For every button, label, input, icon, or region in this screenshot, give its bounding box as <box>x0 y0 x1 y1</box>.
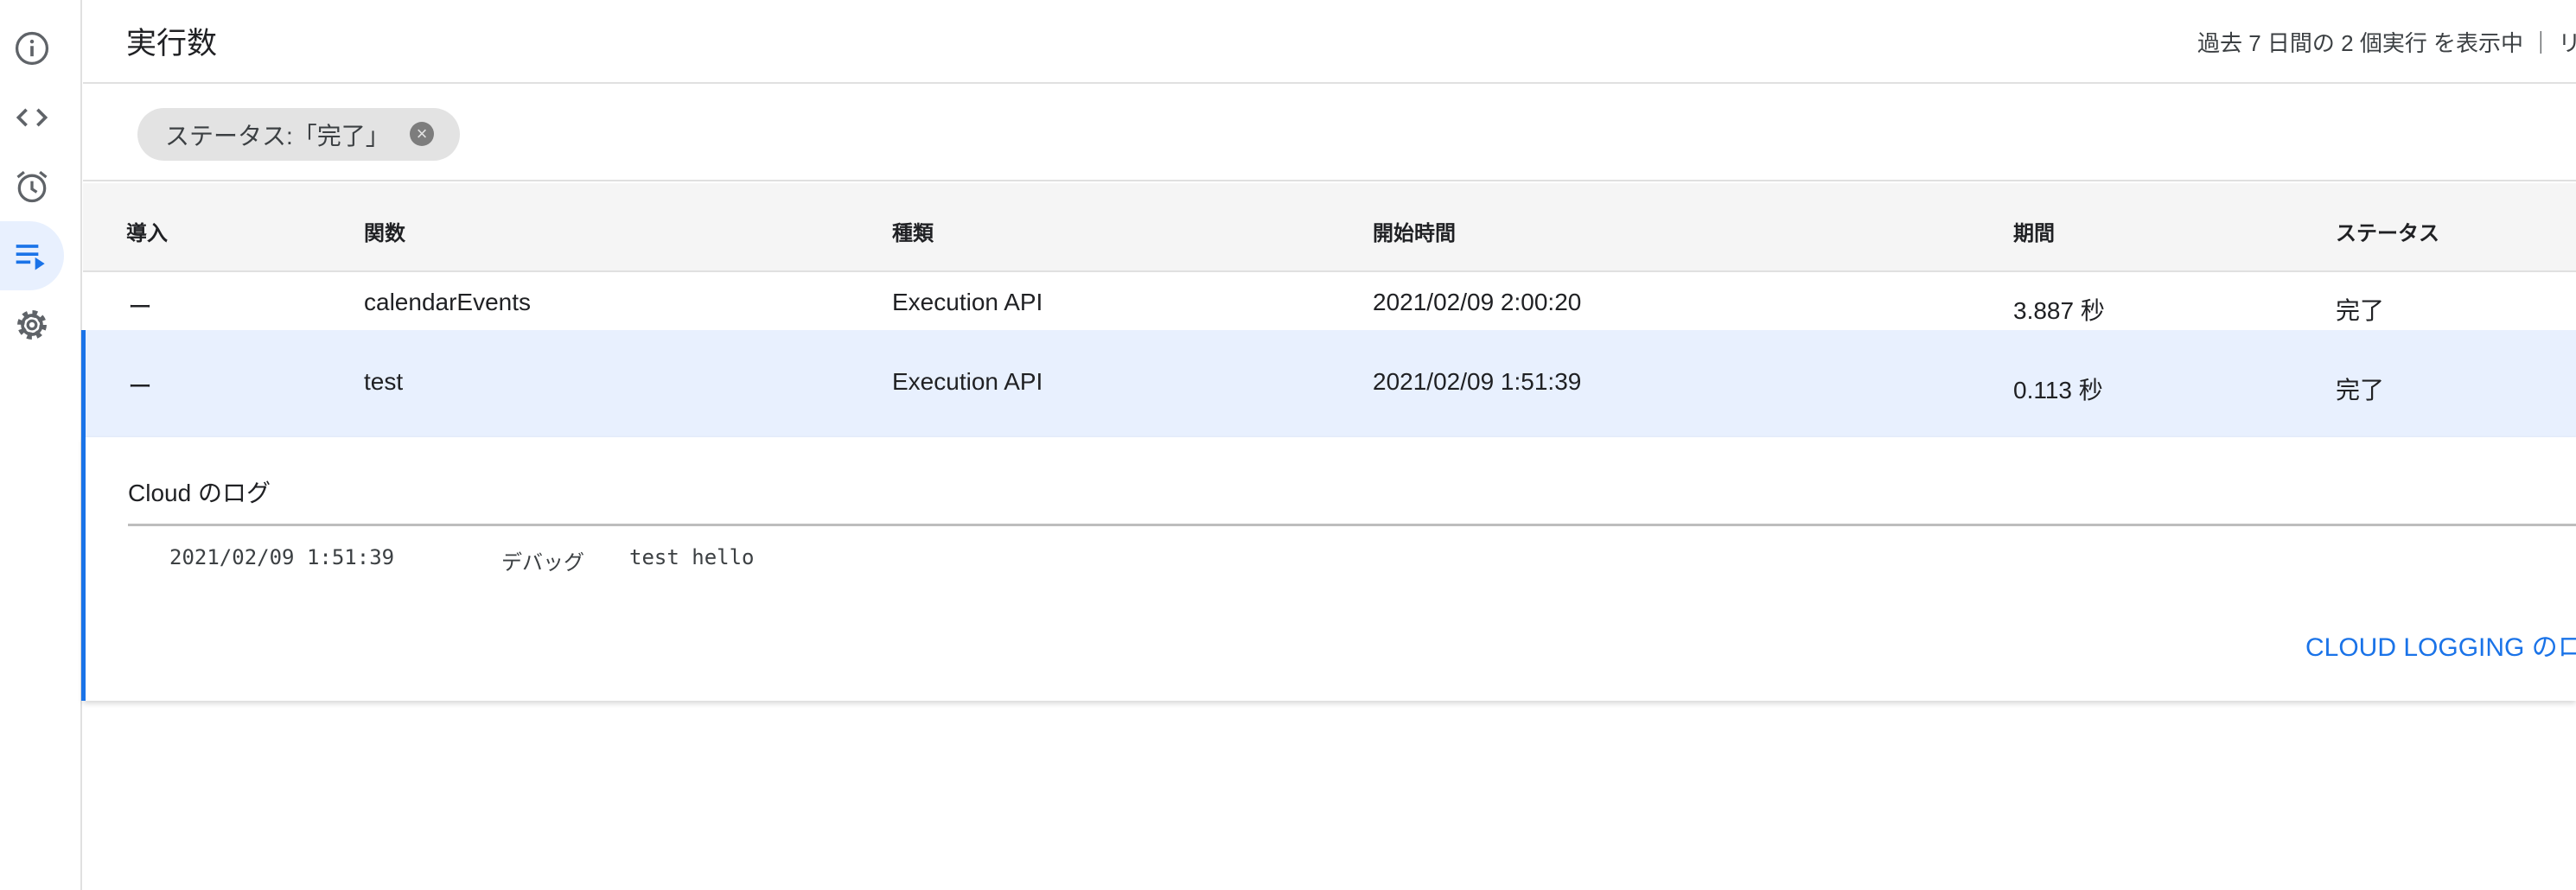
table-row-selected[interactable]: ー test Execution API 2021/02/09 1:51:39 … <box>83 330 2576 437</box>
cell-deployment: ー <box>128 373 153 400</box>
cell-duration: 0.113 秒 <box>2013 377 2103 404</box>
log-entry-level: デバッグ <box>501 551 584 575</box>
column-header-status[interactable]: ステータス <box>2336 216 2439 246</box>
cloud-logging-link[interactable]: CLOUD LOGGING のロ <box>2305 626 2576 664</box>
cell-function: test <box>364 368 404 395</box>
cell-start-time: 2021/02/09 2:00:20 <box>1373 289 1582 315</box>
status-filter-chip[interactable]: ステータス:「完了」 × <box>137 108 460 161</box>
page-header: 実行数 過去 7 日間の 2 個実行 を表示中 ｜ リ <box>83 0 2576 84</box>
nav-executions[interactable] <box>0 221 64 290</box>
column-header-start-time[interactable]: 開始時間 <box>1373 216 1456 246</box>
info-icon <box>15 31 49 66</box>
nav-editor[interactable] <box>0 83 64 152</box>
cell-status: 完了 <box>2336 377 2385 404</box>
table-row[interactable]: ー calendarEvents Execution API 2021/02/0… <box>83 273 2576 330</box>
cell-deployment: ー <box>128 294 153 321</box>
log-entry-time: 2021/02/09 1:51:39 <box>169 545 395 569</box>
executions-icon <box>16 245 45 270</box>
cell-function: calendarEvents <box>364 289 532 315</box>
column-header-duration[interactable]: 期間 <box>2013 216 2055 246</box>
nav-overview[interactable] <box>0 14 64 83</box>
cloud-log-panel: Cloud のログ 2021/02/09 1:51:39 デバッグ test h… <box>83 437 2576 701</box>
column-header-type[interactable]: 種類 <box>892 216 934 246</box>
table-header: 導入 関数 種類 開始時間 期間 ステータス <box>83 183 2576 272</box>
divider <box>128 524 2576 526</box>
executions-summary: 過去 7 日間の 2 個実行 を表示中 ｜ リ <box>2197 30 2576 56</box>
column-header-deployment[interactable]: 導入 <box>126 216 168 246</box>
log-entry-message: test hello <box>629 545 755 569</box>
cell-duration: 3.887 秒 <box>2013 297 2105 324</box>
side-nav-rail <box>0 0 82 890</box>
cell-start-time: 2021/02/09 1:51:39 <box>1373 368 1582 395</box>
cloud-log-title: Cloud のログ <box>128 480 271 506</box>
main-content: 実行数 過去 7 日間の 2 個実行 を表示中 ｜ リ ステータス:「完了」 ×… <box>81 0 2576 890</box>
cell-type: Execution API <box>892 368 1043 395</box>
close-icon[interactable]: × <box>410 122 434 146</box>
status-filter-label: ステータス:「完了」 <box>165 122 390 149</box>
page-title: 実行数 <box>126 27 218 60</box>
filter-bar: ステータス:「完了」 × <box>83 84 2576 181</box>
selection-indicator <box>81 330 86 701</box>
nav-settings[interactable] <box>0 290 64 359</box>
nav-triggers[interactable] <box>0 152 64 221</box>
cell-type: Execution API <box>892 289 1043 315</box>
alarm-clock-icon <box>16 170 48 203</box>
column-header-function[interactable]: 関数 <box>364 216 405 246</box>
code-icon <box>16 108 48 127</box>
gear-icon <box>17 310 47 340</box>
cell-status: 完了 <box>2336 297 2385 324</box>
